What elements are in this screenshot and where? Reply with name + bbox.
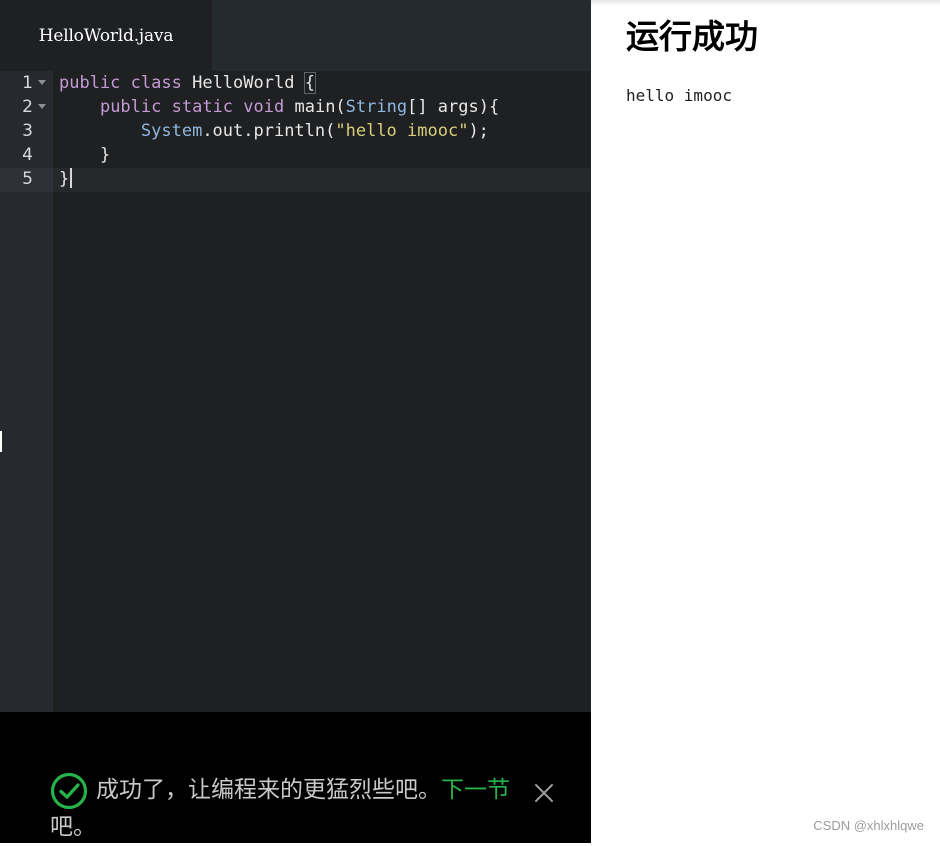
fold-arrow-icon[interactable]: [38, 80, 46, 85]
code-token: .out.println(: [202, 121, 336, 141]
active-line-highlight: [53, 168, 591, 192]
close-icon[interactable]: [533, 782, 555, 804]
code-token: public: [99, 97, 162, 117]
editor-tab-bar: HelloWorld.java: [0, 0, 591, 71]
result-title: 运行成功: [626, 17, 758, 56]
code-token: );: [468, 121, 489, 141]
line-number: 3: [22, 121, 33, 141]
code-token: class: [130, 73, 182, 93]
next-section-link[interactable]: 下一节: [441, 777, 510, 803]
code-token: HelloWorld: [181, 73, 305, 93]
code-token: public: [59, 73, 121, 93]
line-number: 2: [22, 97, 33, 117]
fold-arrow-icon[interactable]: [38, 104, 46, 109]
tab-helloworld-java[interactable]: HelloWorld.java: [0, 0, 212, 71]
resize-handle[interactable]: [0, 431, 2, 452]
run-result-pane: [591, 0, 940, 843]
code-token: [] args){: [407, 97, 500, 117]
matched-brace: {: [303, 72, 316, 94]
csdn-watermark: CSDN @xhlxhlqwe: [813, 818, 924, 833]
code-token: String: [345, 97, 408, 117]
success-message: 成功了，让编程来的更猛烈些吧。下一节吧。: [50, 772, 520, 846]
result-pane-shadow: [591, 0, 940, 6]
success-message-trailing: 吧。: [50, 814, 96, 840]
line-number: 4: [22, 145, 33, 165]
code-token: System: [140, 121, 203, 141]
code-token: }: [59, 145, 111, 165]
line-number: 1: [22, 73, 33, 93]
result-output: hello imooc: [626, 86, 732, 105]
code-token: }: [59, 169, 70, 189]
code-token: "hello imooc": [335, 121, 469, 141]
code-line[interactable]: public static void main(String[] args){: [59, 95, 499, 119]
code-line[interactable]: }: [59, 143, 110, 167]
success-message-text: 成功了，让编程来的更猛烈些吧。: [96, 777, 441, 803]
code-line[interactable]: public class HelloWorld {: [59, 71, 316, 95]
code-token: main(: [284, 97, 346, 117]
text-cursor: [70, 168, 73, 188]
line-number: 5: [22, 169, 33, 189]
code-token: void: [243, 97, 285, 117]
code-line[interactable]: }: [59, 167, 73, 191]
code-line[interactable]: System.out.println("hello imooc");: [59, 119, 489, 143]
code-token: static: [171, 97, 234, 117]
